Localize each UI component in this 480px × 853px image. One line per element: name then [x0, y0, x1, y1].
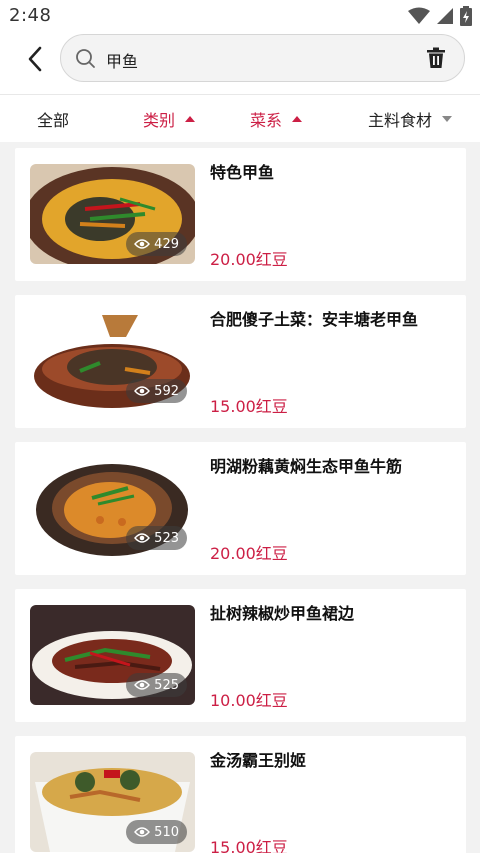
dish-image: 525 — [30, 605, 195, 705]
filter-cuisine[interactable]: 菜系 — [250, 107, 303, 131]
dish-image: 592 — [30, 311, 195, 411]
trash-icon[interactable] — [424, 46, 448, 70]
dish-card[interactable]: 510 金汤霸王别姬 15.00红豆 — [15, 736, 466, 853]
eye-icon — [134, 239, 151, 249]
view-count: 510 — [126, 820, 187, 844]
dish-price: 15.00红豆 — [210, 397, 288, 416]
dish-price: 15.00红豆 — [210, 838, 288, 853]
wifi-icon — [408, 7, 430, 24]
view-count: 592 — [126, 379, 187, 403]
status-bar: 2:48 — [0, 0, 480, 32]
dish-price: 20.00红豆 — [210, 544, 288, 563]
dish-card[interactable]: 523 明湖粉藕黄焖生态甲鱼牛筋 20.00红豆 — [15, 442, 466, 575]
dish-image: 429 — [30, 164, 195, 264]
view-count-value: 592 — [154, 383, 179, 399]
search-header: 甲鱼 — [0, 32, 480, 94]
view-count: 523 — [126, 526, 187, 550]
view-count: 429 — [126, 232, 187, 256]
battery-icon — [460, 6, 472, 26]
signal-icon — [437, 8, 453, 24]
dish-image: 523 — [30, 458, 195, 558]
dish-price: 20.00红豆 — [210, 250, 288, 269]
caret-up-icon — [292, 116, 303, 122]
dish-image: 510 — [30, 752, 195, 852]
filter-cuisine-label: 菜系 — [250, 111, 283, 130]
view-count: 525 — [126, 673, 187, 697]
status-time: 2:48 — [9, 5, 52, 26]
dish-title: 合肥傻子土菜：安丰塘老甲鱼 — [210, 310, 419, 329]
dish-title: 明湖粉藕黄焖生态甲鱼牛筋 — [210, 457, 403, 476]
search-query: 甲鱼 — [106, 52, 139, 71]
dish-title: 特色甲鱼 — [210, 163, 275, 182]
dish-card[interactable]: 525 扯树辣椒炒甲鱼裙边 10.00红豆 — [15, 589, 466, 722]
search-icon — [76, 49, 95, 68]
dish-price: 10.00红豆 — [210, 691, 288, 710]
dish-title: 扯树辣椒炒甲鱼裙边 — [210, 604, 355, 623]
filter-ingredient[interactable]: 主料食材 — [368, 107, 453, 131]
eye-icon — [134, 533, 151, 543]
dish-title: 金汤霸王别姬 — [210, 751, 307, 770]
filter-all-label: 全部 — [37, 111, 70, 130]
view-count-value: 429 — [154, 236, 179, 252]
status-icons — [408, 6, 472, 26]
back-button[interactable] — [20, 44, 50, 74]
view-count-value: 510 — [154, 824, 179, 840]
dish-card[interactable]: 592 合肥傻子土菜：安丰塘老甲鱼 15.00红豆 — [15, 295, 466, 428]
filter-bar: 全部 类别 菜系 主料食材 — [0, 94, 480, 142]
filter-category-label: 类别 — [143, 111, 176, 130]
filter-category[interactable]: 类别 — [143, 107, 196, 131]
chevron-left-icon — [28, 46, 42, 72]
view-count-value: 525 — [154, 677, 179, 693]
filter-all[interactable]: 全部 — [37, 107, 69, 131]
filter-ingredient-label: 主料食材 — [368, 111, 433, 130]
view-count-value: 523 — [154, 530, 179, 546]
caret-down-icon — [442, 116, 453, 122]
dish-card[interactable]: 429 特色甲鱼 20.00红豆 — [15, 148, 466, 281]
dish-list: 429 特色甲鱼 20.00红豆 592 合肥傻子土菜：安丰塘老甲鱼 15.00… — [0, 142, 480, 853]
eye-icon — [134, 827, 151, 837]
eye-icon — [134, 680, 151, 690]
caret-up-icon — [185, 116, 196, 122]
search-input[interactable]: 甲鱼 — [60, 34, 465, 82]
eye-icon — [134, 386, 151, 396]
